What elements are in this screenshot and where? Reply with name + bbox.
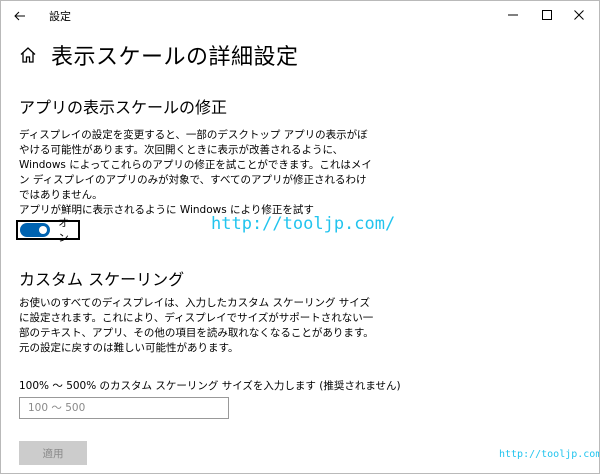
minimize-button[interactable] [497, 1, 529, 29]
fix-scaling-description: ディスプレイの設定を変更すると、一部のデスクトップ アプリの表示がぼやける可能性… [19, 129, 372, 201]
toggle-state-text: オン [58, 217, 69, 244]
custom-scaling-input[interactable] [19, 397, 229, 419]
custom-scaling-description: お使いのすべてのディスプレイは、入力したカスタム スケーリング サイズに設定され… [19, 297, 374, 354]
minimize-icon [508, 14, 518, 16]
back-button[interactable] [9, 5, 31, 27]
back-arrow-icon [14, 11, 25, 21]
maximize-icon [542, 10, 552, 20]
fix-scaling-toggle[interactable]: オン [16, 217, 80, 244]
custom-scaling-input-label: 100% 〜 500% のカスタム スケーリング サイズを入力します (推奨され… [19, 380, 401, 392]
settings-window: 設定 表示スケールの詳細設定 アプリの表示スケールの修正 ディスプレイの設定を変… [0, 0, 600, 474]
custom-scaling-heading: カスタム スケーリング [19, 270, 185, 289]
close-button[interactable] [563, 1, 595, 29]
home-icon[interactable] [19, 46, 37, 64]
toggle-knob [39, 226, 48, 234]
maximize-button[interactable] [531, 1, 563, 29]
watermark-url: http://tooljp.com/ [211, 214, 396, 234]
page-title: 表示スケールの詳細設定 [51, 45, 299, 70]
toggle-switch[interactable] [20, 223, 51, 237]
apply-button[interactable]: 適用 [19, 441, 87, 465]
fix-scaling-heading: アプリの表示スケールの修正 [19, 98, 228, 117]
watermark-corner: http://tooljp.com [499, 449, 600, 460]
window-title: 設定 [49, 10, 71, 23]
close-icon [574, 10, 584, 20]
title-bar: 設定 [1, 1, 599, 31]
